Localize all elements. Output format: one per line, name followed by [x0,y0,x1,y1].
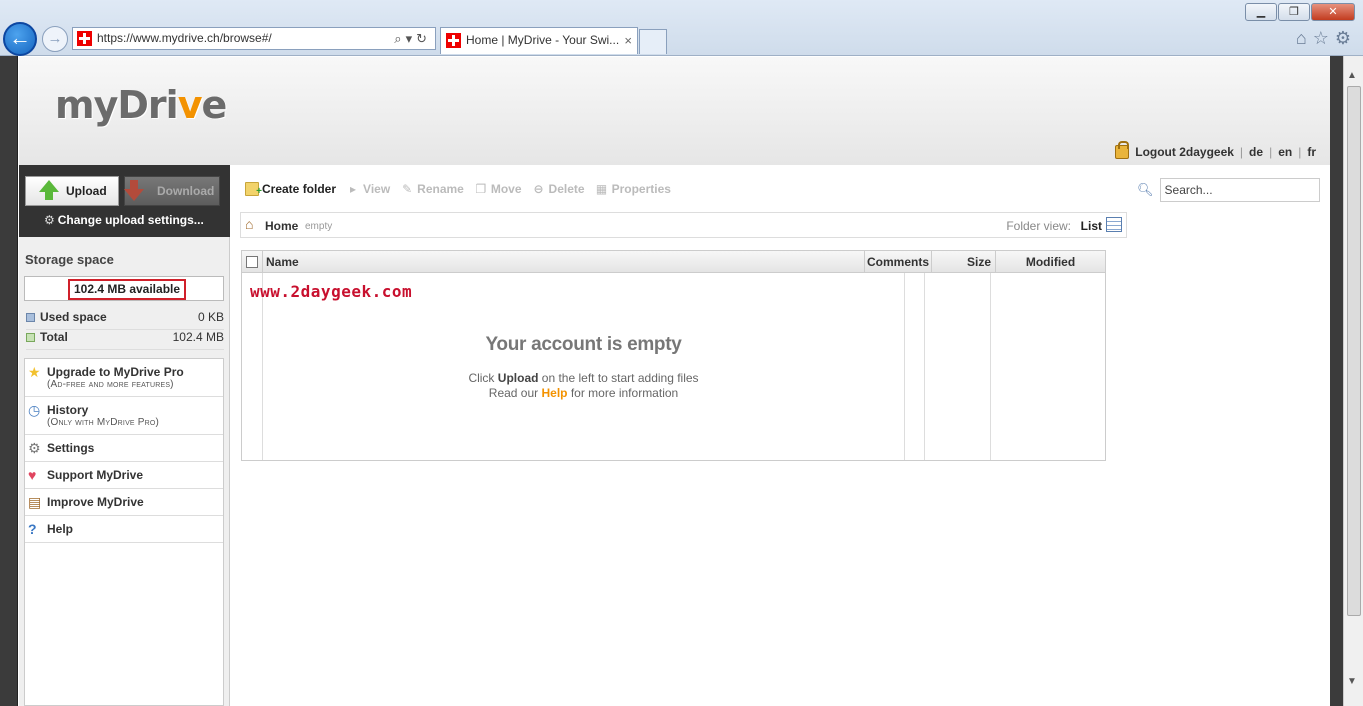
storage-box: 102.4 MB available [24,276,224,301]
select-all-checkbox[interactable] [246,256,258,268]
back-arrow-icon[interactable]: ← [3,22,37,56]
new-tab-button[interactable] [639,29,667,54]
toolbox-icon: ▤ [28,494,42,510]
heart-icon: ♥ [28,467,37,483]
scroll-down-icon[interactable]: ▼ [1347,676,1357,687]
total-value: 102.4 MB [172,330,224,344]
column-name[interactable]: Name [262,251,864,273]
breadcrumb-home[interactable]: Home [265,219,298,233]
column-size[interactable]: Size [931,251,995,273]
file-toolbar: Create folder ▸View ✎Rename ❐Move ⊖Delet… [245,182,681,199]
sidebar-menu: ★ Upgrade to MyDrive Pro (Ad-free and mo… [24,358,224,706]
address-url: https://www.mydrive.ch/browse#/ [97,31,272,45]
swiss-flag-icon [77,31,92,46]
grid-header: Name Comments Size Modified [242,251,1105,273]
column-comments[interactable]: Comments [864,251,931,273]
browser-chrome: ← → https://www.mydrive.ch/browse#/ ⌕▾↻ … [0,0,1363,56]
copy-icon: ❐ [475,182,487,196]
tab-close-icon[interactable]: × [624,28,632,53]
storage-available: 102.4 MB available [68,279,186,300]
total-row: Total 102.4 MB [26,330,224,350]
delete-button[interactable]: ⊖ Delete [532,182,585,196]
delete-icon: ⊖ [533,182,544,196]
used-space-swatch [26,313,35,322]
folder-view-list[interactable]: List [1081,219,1102,233]
browser-tab[interactable]: Home | MyDrive - Your Swi... × [440,27,638,54]
vertical-scrollbar[interactable]: ▲ ▼ [1343,56,1363,706]
properties-icon: ▦ [595,182,608,196]
sidebar-item-history[interactable]: ◷ History (Only with MyDrive Pro) [25,397,223,435]
scroll-up-icon[interactable]: ▲ [1347,70,1357,81]
window-controls: ▁ ❐ ✕ [1244,3,1355,21]
search-input[interactable] [1159,178,1320,202]
gear-icon: ⚙ [28,440,41,456]
star-icon: ★ [28,364,41,380]
lang-de-link[interactable]: de [1249,145,1263,159]
rename-button[interactable]: ✎ Rename [400,182,464,196]
properties-button[interactable]: ▦ Properties [595,182,671,196]
sidebar-item-settings[interactable]: ⚙ Settings [25,435,223,462]
mydrive-logo[interactable]: myDrive [55,83,227,127]
page-frame-left [0,56,18,706]
logout-link[interactable]: Logout 2daygeek [1135,145,1234,159]
search-area: 🔍︎ [1137,178,1320,202]
tab-title: Home | MyDrive - Your Swi... [466,33,620,47]
download-arrow-icon [124,180,144,201]
swiss-flag-icon [446,33,461,48]
storage-title: Storage space [25,252,114,267]
lang-en-link[interactable]: en [1278,145,1292,159]
scroll-thumb[interactable] [1347,86,1361,616]
empty-hint-help: Read our Help for more information [488,386,679,400]
create-folder-button[interactable]: Create folder [245,182,336,199]
gear-icon: ⚙ [44,213,55,227]
user-bar: Logout 2daygeek | de | en | fr [1115,141,1316,159]
lang-fr-link[interactable]: fr [1307,145,1316,159]
sidebar-item-help[interactable]: ? Help [25,516,223,543]
view-button[interactable]: ▸ View [346,182,390,196]
new-folder-icon [245,182,262,199]
sidebar-item-support[interactable]: ♥ Support MyDrive [25,462,223,489]
empty-title: Your account is empty [485,334,682,355]
upload-settings-link[interactable]: ⚙ Change upload settings... [44,213,204,227]
sidebar: Upload Download ⚙ Change upload settings.… [19,165,230,706]
play-icon: ▸ [350,182,357,196]
home-star-gear-icons[interactable]: ⌂☆⚙ [1296,28,1357,49]
upload-arrow-icon [39,180,59,200]
lock-icon [1115,141,1130,159]
search-icon[interactable]: 🔍︎ [1137,182,1154,198]
minimize-button[interactable]: ▁ [1245,3,1277,21]
pencil-icon: ✎ [402,182,413,196]
folder-view-label: Folder view: [1006,219,1071,233]
sidebar-item-improve[interactable]: ▤ Improve MyDrive [25,489,223,516]
empty-hint-upload: Click Upload on the left to start adding… [468,371,699,385]
home-icon[interactable]: ⌂ [245,217,260,231]
site-header: myDrive Logout 2daygeek | de | en | fr [19,57,1330,165]
folder-status: empty [305,221,333,232]
sidebar-item-upgrade[interactable]: ★ Upgrade to MyDrive Pro (Ad-free and mo… [25,359,223,397]
used-space-row: Used space 0 KB [26,310,224,330]
help-link[interactable]: Help [541,386,567,400]
column-modified[interactable]: Modified [995,251,1105,273]
total-swatch [26,333,35,342]
upload-button[interactable]: Upload [25,176,119,206]
watermark: www.2daygeek.com [250,282,413,301]
file-grid: Name Comments Size Modified www.2daygeek… [241,250,1106,461]
forward-arrow-icon[interactable]: → [42,26,68,52]
address-bar[interactable]: https://www.mydrive.ch/browse#/ ⌕▾↻ [72,27,436,50]
used-space-value: 0 KB [197,310,224,324]
clock-icon: ◷ [28,402,41,418]
page-frame-right [1330,56,1343,706]
search-refresh-icon[interactable]: ⌕▾↻ [394,28,431,49]
help-icon: ? [28,521,37,537]
close-window-button[interactable]: ✕ [1311,3,1355,21]
download-button[interactable]: Download [124,176,220,206]
breadcrumb: ⌂ Home empty Folder view: List [240,212,1127,238]
restore-button[interactable]: ❐ [1278,3,1310,21]
move-button[interactable]: ❐ Move [474,182,521,196]
upload-panel: Upload Download ⚙ Change upload settings.… [19,165,230,237]
list-view-icon[interactable] [1106,217,1122,232]
